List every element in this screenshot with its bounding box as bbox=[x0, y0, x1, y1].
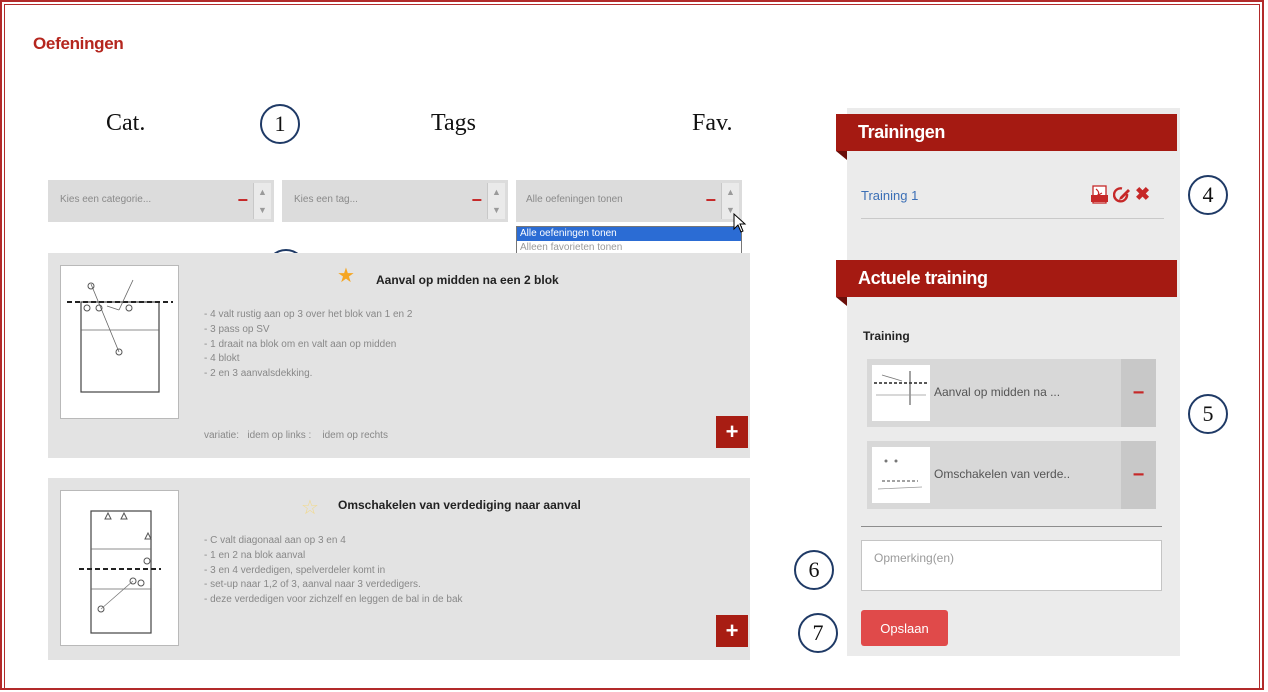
trainings-header: Trainingen bbox=[836, 114, 1177, 160]
divider bbox=[861, 526, 1162, 527]
tag-spinner[interactable]: ▲ ▼ bbox=[487, 183, 505, 219]
description-line: - 3 en 4 verdedigen, spelverdeler komt i… bbox=[204, 564, 386, 576]
training-item[interactable]: Aanval op midden na ... − bbox=[867, 359, 1156, 427]
favorites-select[interactable]: Alle oefeningen tonen − ▲ ▼ bbox=[516, 180, 742, 222]
training-link[interactable]: Training 1 bbox=[861, 188, 918, 203]
description-line: - 4 valt rustig aan op 3 over het blok v… bbox=[204, 309, 413, 320]
description-line: - 1 draait na blok om en valt aan op mid… bbox=[204, 338, 397, 350]
description-line: - 1 en 2 na blok aanval bbox=[204, 549, 306, 561]
sidebar: Trainingen Training 1 ✖ Actuele training… bbox=[836, 108, 1180, 656]
category-spinner[interactable]: ▲ ▼ bbox=[253, 183, 271, 219]
clear-favorites-button[interactable]: − bbox=[705, 191, 716, 209]
edit-icon[interactable] bbox=[1113, 186, 1131, 204]
tag-select[interactable]: Kies een tag... − ▲ ▼ bbox=[282, 180, 508, 222]
add-exercise-button[interactable]: + bbox=[716, 416, 748, 448]
chevron-down-icon: ▼ bbox=[492, 205, 501, 215]
exercise-description: - 4 valt rustig aan op 3 over het blok v… bbox=[204, 308, 412, 382]
training-item-label: Omschakelen van verde.. bbox=[934, 467, 1071, 481]
chevron-down-icon: ▼ bbox=[258, 205, 267, 215]
dropdown-option-all[interactable]: Alle oefeningen tonen bbox=[517, 227, 741, 241]
label-category: Cat. bbox=[106, 110, 146, 136]
callout-4: 4 bbox=[1188, 175, 1228, 215]
callout-7: 7 bbox=[798, 613, 838, 653]
training-item-label: Aanval op midden na ... bbox=[934, 385, 1061, 399]
tag-placeholder: Kies een tag... bbox=[294, 194, 358, 205]
exercise-title: Omschakelen van verdediging naar aanval bbox=[338, 498, 581, 512]
description-line: - C valt diagonaal aan op 3 en 4 bbox=[204, 535, 346, 546]
description-line: - set-up naar 1,2 of 3, aanval naar 3 ve… bbox=[204, 579, 421, 591]
category-placeholder: Kies een categorie... bbox=[60, 194, 152, 205]
exercise-variation: variatie: idem op links : idem op rechts bbox=[204, 430, 388, 441]
exercise-title: Aanval op midden na een 2 blok bbox=[376, 273, 559, 287]
delete-icon[interactable]: ✖ bbox=[1135, 184, 1150, 205]
label-favorites: Fav. bbox=[692, 110, 733, 136]
description-line: - 4 blokt bbox=[204, 353, 240, 365]
clear-tag-button[interactable]: − bbox=[471, 191, 482, 209]
save-button[interactable]: Opslaan bbox=[861, 610, 948, 646]
current-training-header: Actuele training bbox=[836, 260, 1177, 306]
favorite-star-icon[interactable]: ☆ bbox=[301, 498, 319, 518]
pdf-icon[interactable] bbox=[1091, 184, 1109, 205]
clear-category-button[interactable]: − bbox=[237, 191, 248, 209]
exercise-description: - C valt diagonaal aan op 3 en 4 - 1 en … bbox=[204, 534, 463, 608]
description-line: - 3 pass op SV bbox=[204, 323, 270, 335]
page-title: Oefeningen bbox=[33, 34, 124, 53]
chevron-up-icon: ▲ bbox=[492, 187, 501, 197]
label-tags: Tags bbox=[431, 110, 476, 136]
description-line: - deze verdedigen voor zichzelf en legge… bbox=[204, 594, 463, 606]
category-select[interactable]: Kies een categorie... − ▲ ▼ bbox=[48, 180, 274, 222]
callout-1: 1 bbox=[260, 104, 300, 144]
remove-item-button[interactable]: − bbox=[1121, 441, 1156, 509]
favorites-value: Alle oefeningen tonen bbox=[526, 194, 623, 205]
remark-input[interactable]: Opmerking(en) bbox=[861, 540, 1162, 591]
training-actions: ✖ bbox=[1091, 184, 1150, 205]
mouse-cursor-icon bbox=[733, 213, 747, 233]
favorite-star-icon[interactable]: ★ bbox=[337, 266, 355, 286]
callout-5: 5 bbox=[1188, 394, 1228, 434]
exercise-card: ☆ Omschakelen van verdediging naar aanva… bbox=[48, 478, 750, 660]
training-item[interactable]: Omschakelen van verde.. − bbox=[867, 441, 1156, 509]
chevron-up-icon: ▲ bbox=[258, 187, 267, 197]
exercise-card: ★ Aanval op midden na een 2 blok - 4 val… bbox=[48, 253, 750, 458]
training-item-thumbnail bbox=[872, 447, 930, 503]
training-item-thumbnail bbox=[872, 365, 930, 421]
current-training-label: Training bbox=[863, 329, 910, 343]
callout-6: 6 bbox=[794, 550, 834, 590]
exercise-diagram bbox=[60, 265, 179, 419]
chevron-up-icon: ▲ bbox=[726, 187, 735, 197]
exercise-diagram bbox=[60, 490, 179, 646]
remove-item-button[interactable]: − bbox=[1121, 359, 1156, 427]
add-exercise-button[interactable]: + bbox=[716, 615, 748, 647]
description-line: - 2 en 3 aanvalsdekking. bbox=[204, 368, 313, 380]
divider bbox=[861, 218, 1164, 219]
